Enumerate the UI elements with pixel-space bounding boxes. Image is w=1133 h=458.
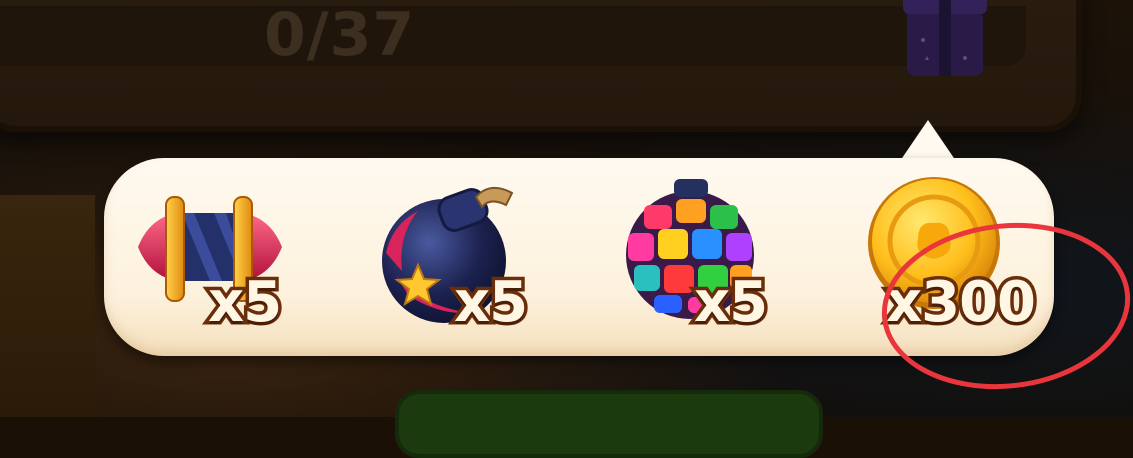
reward-quantity: x5 <box>690 267 771 339</box>
reward-item-bomb: x5 <box>378 175 558 345</box>
reward-quantity: x5 <box>204 267 285 339</box>
progress-counter: 0/37 <box>264 0 416 70</box>
reward-quantity: x5 <box>450 267 531 339</box>
gift-box-icon[interactable] <box>895 0 995 80</box>
reward-item-rocket: x5 <box>130 175 310 345</box>
highlight-circle-annotation <box>881 222 1131 390</box>
play-button[interactable] <box>395 390 823 458</box>
reward-item-color-ball: x5 <box>622 175 802 345</box>
progress-bar-track: 0/37 <box>0 0 1026 70</box>
side-panel <box>0 195 95 417</box>
